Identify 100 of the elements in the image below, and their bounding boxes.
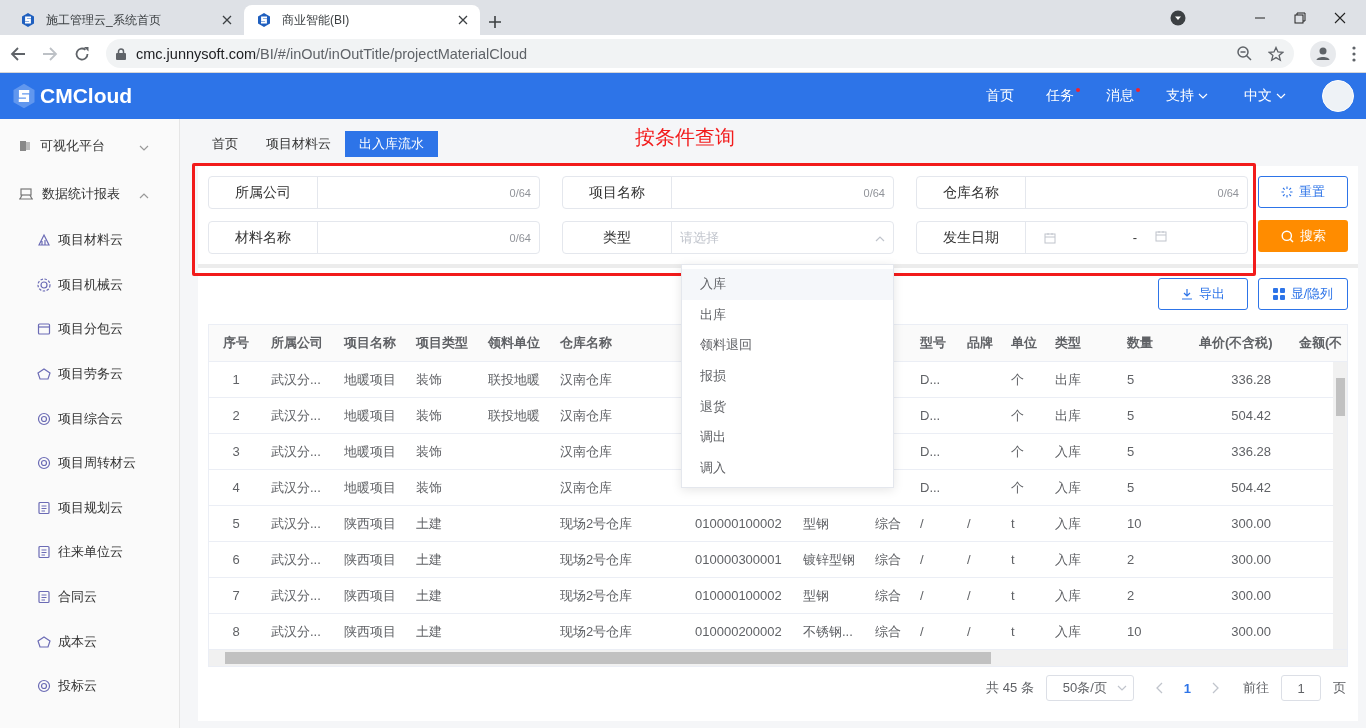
dropdown-option[interactable]: 退货 bbox=[682, 391, 893, 422]
column-header: 单价(不含税) bbox=[1199, 335, 1273, 350]
page-tab[interactable]: 出入库流水 bbox=[345, 131, 438, 157]
table-cell: / bbox=[967, 516, 971, 531]
sidebar-item[interactable]: 往来单位云 bbox=[0, 530, 179, 575]
sidebar-item[interactable]: 项目材料云 bbox=[0, 218, 179, 263]
table-cell: 汉南仓库 bbox=[560, 371, 612, 387]
table-cell: 地暖项目 bbox=[344, 443, 396, 459]
dropdown-icon[interactable] bbox=[1170, 9, 1186, 26]
table-cell: 5 bbox=[1127, 408, 1135, 423]
table-cell: / bbox=[967, 552, 971, 567]
notification-dot bbox=[1076, 88, 1080, 92]
table-cell: 5 bbox=[1127, 480, 1135, 495]
nav-link[interactable]: 首页 bbox=[986, 87, 1014, 105]
table-cell: 010000100002 bbox=[695, 588, 782, 603]
page-number[interactable]: 1 bbox=[1175, 680, 1199, 696]
profile-icon[interactable] bbox=[1310, 40, 1336, 67]
table-cell: 2 bbox=[1127, 588, 1135, 603]
column-header: 金额(不 bbox=[1299, 335, 1343, 350]
close-icon[interactable] bbox=[458, 15, 468, 25]
table-cell: 汉南仓库 bbox=[560, 407, 612, 423]
browser-tab[interactable]: 商业智能(BI) bbox=[244, 5, 480, 35]
nav-link[interactable]: 任务 bbox=[1046, 87, 1080, 105]
sidebar-item[interactable]: 项目分包云 bbox=[0, 307, 179, 352]
table-cell: D... bbox=[920, 372, 941, 387]
more-icon[interactable] bbox=[1352, 45, 1356, 62]
dropdown-option[interactable]: 出库 bbox=[682, 299, 893, 331]
table-cell: 装饰 bbox=[416, 407, 442, 423]
table-cell: D... bbox=[920, 408, 941, 423]
avatar[interactable] bbox=[1322, 80, 1354, 112]
browser-tab[interactable]: 施工管理云_系统首页 bbox=[8, 5, 244, 35]
nav-link[interactable]: 中文 bbox=[1244, 87, 1286, 105]
table-cell: D... bbox=[920, 444, 941, 459]
table-cell: 陕西项目 bbox=[344, 515, 396, 531]
vertical-scrollbar[interactable] bbox=[1333, 362, 1347, 649]
dropdown-option[interactable]: 调入 bbox=[682, 452, 893, 484]
nav-link[interactable]: 支持 bbox=[1166, 87, 1208, 105]
table-cell: 陕西项目 bbox=[344, 551, 396, 567]
column-header: 序号 bbox=[223, 335, 249, 350]
table-cell: 装饰 bbox=[416, 479, 442, 495]
page-size-select[interactable]: 50条/页 bbox=[1045, 675, 1134, 701]
target-icon bbox=[36, 410, 52, 427]
sidebar-group[interactable]: 可视化平台 bbox=[0, 122, 179, 170]
table-cell: 武汉分... bbox=[271, 479, 321, 495]
close-icon[interactable] bbox=[1334, 11, 1346, 24]
reload-icon[interactable] bbox=[74, 45, 90, 62]
app-logo[interactable]: CMCloud bbox=[40, 84, 133, 108]
restore-icon[interactable] bbox=[1294, 11, 1306, 24]
reset-button[interactable]: 重置 bbox=[1258, 176, 1348, 208]
zoom-out-icon[interactable] bbox=[1237, 46, 1252, 61]
table-cell: 入库 bbox=[1055, 551, 1081, 567]
table-cell: / bbox=[920, 516, 924, 531]
nav-link[interactable]: 消息 bbox=[1106, 87, 1140, 105]
table-cell: 010000100002 bbox=[695, 516, 782, 531]
caret-icon bbox=[1116, 685, 1127, 691]
columns-button[interactable]: 显/隐列 bbox=[1258, 278, 1348, 310]
page-tab[interactable]: 项目材料云 bbox=[252, 131, 345, 157]
back-icon[interactable] bbox=[10, 45, 26, 62]
table-cell: 个 bbox=[1011, 407, 1024, 423]
new-tab-icon[interactable] bbox=[488, 15, 502, 29]
sidebar-item[interactable]: 项目规划云 bbox=[0, 485, 179, 531]
sidebar-item[interactable]: 项目综合云 bbox=[0, 396, 179, 441]
sidebar-item[interactable]: 项目机械云 bbox=[0, 262, 179, 308]
sidebar-item[interactable]: 项目周转材云 bbox=[0, 440, 179, 486]
dropdown-option[interactable]: 调出 bbox=[682, 421, 893, 453]
dropdown-option[interactable]: 领料退回 bbox=[682, 330, 893, 361]
table-cell: 入库 bbox=[1055, 479, 1081, 495]
dropdown-option[interactable]: 报损 bbox=[682, 360, 893, 392]
table-cell: 土建 bbox=[416, 551, 442, 567]
table-cell: 武汉分... bbox=[271, 551, 321, 567]
export-button[interactable]: 导出 bbox=[1158, 278, 1248, 310]
sidebar-item[interactable]: 投标云 bbox=[0, 663, 179, 709]
table-cell: 武汉分... bbox=[271, 623, 321, 639]
table-cell: 地暖项目 bbox=[344, 479, 396, 495]
table-cell: 综合 bbox=[875, 551, 901, 567]
star-icon[interactable] bbox=[1268, 45, 1284, 62]
total-count: 共 45 条 bbox=[986, 679, 1034, 697]
sidebar-item[interactable]: 项目劳务云 bbox=[0, 351, 179, 397]
column-header: 项目类型 bbox=[416, 335, 468, 350]
table-cell: 综合 bbox=[875, 515, 901, 531]
page-tab[interactable]: 首页 bbox=[198, 131, 252, 157]
table-cell: 个 bbox=[1011, 479, 1024, 495]
sidebar-item[interactable]: 合同云 bbox=[0, 574, 179, 620]
chevron-icon bbox=[1276, 93, 1286, 99]
table-cell: 现场2号仓库 bbox=[560, 587, 633, 603]
sidebar-group[interactable]: 数据统计报表 bbox=[0, 170, 179, 218]
sidebar-item[interactable]: 成本云 bbox=[0, 619, 179, 664]
horizontal-scrollbar[interactable] bbox=[209, 650, 1347, 666]
table-cell: 入库 bbox=[1055, 587, 1081, 603]
column-header: 单位 bbox=[1011, 335, 1037, 350]
dropdown-option[interactable]: 入库 bbox=[682, 269, 893, 300]
page-input[interactable]: 1 bbox=[1281, 675, 1321, 701]
table-cell: 504.42 bbox=[1231, 408, 1271, 423]
chevron-icon bbox=[139, 192, 149, 199]
table-cell: 镀锌型钢 bbox=[803, 551, 855, 567]
table-cell: 综合 bbox=[875, 587, 901, 603]
close-icon[interactable] bbox=[222, 15, 232, 25]
table-cell: 现场2号仓库 bbox=[560, 623, 633, 639]
address-bar[interactable]: cmc.junnysoft.com/BI/#/inOut/inOutTitle/projectMaterialCloud bbox=[106, 39, 1294, 68]
goto-label: 前往 bbox=[1243, 679, 1269, 697]
